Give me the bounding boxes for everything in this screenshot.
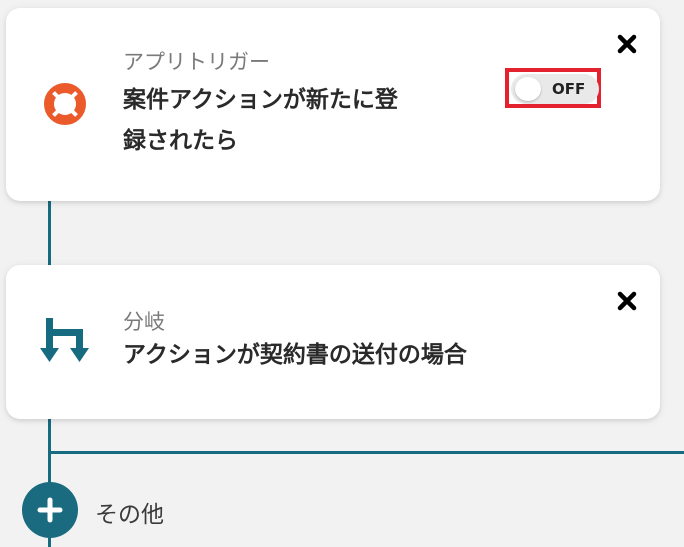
- toggle-knob: [515, 77, 541, 101]
- close-icon[interactable]: [616, 290, 638, 312]
- add-branch-label[interactable]: その他: [95, 495, 164, 529]
- lifebuoy-icon: [42, 81, 88, 127]
- plus-icon: [37, 497, 63, 523]
- toggle-state-label: OFF: [552, 80, 586, 98]
- flow-connector-branch: [48, 451, 684, 454]
- close-icon[interactable]: [616, 33, 638, 55]
- flow-connector-top: [48, 200, 51, 266]
- step-type-label: アプリトリガー: [123, 50, 270, 74]
- trigger-toggle[interactable]: OFF: [511, 74, 599, 104]
- branch-icon: [40, 316, 96, 366]
- trigger-step-card[interactable]: アプリトリガー 案件アクションが新たに登録されたら OFF: [6, 8, 660, 201]
- branch-step-card[interactable]: 分岐 アクションが契約書の送付の場合: [6, 265, 660, 419]
- step-type-label: 分岐: [123, 310, 165, 334]
- step-title: 案件アクションが新たに登録されたら: [123, 87, 398, 154]
- add-branch-button[interactable]: [22, 482, 78, 538]
- step-title: アクションが契約書の送付の場合: [123, 342, 467, 368]
